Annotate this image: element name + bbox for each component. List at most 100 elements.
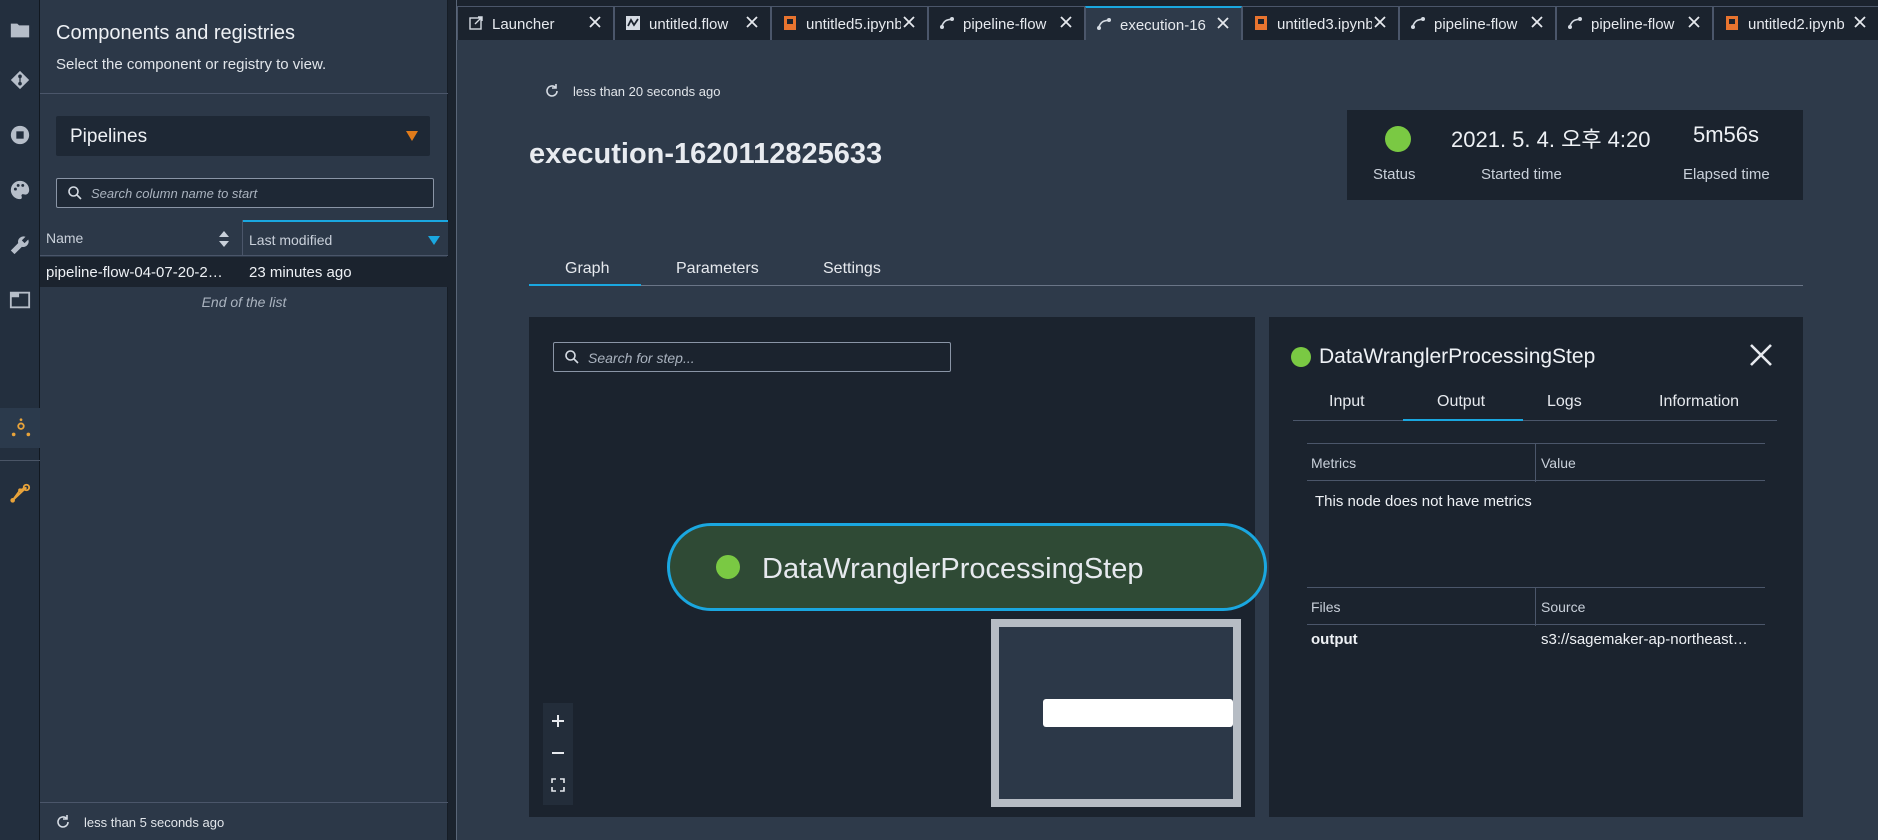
refresh-icon[interactable]: [543, 82, 561, 100]
tab-pipeline-flow-2[interactable]: pipeline-flow: [1399, 6, 1556, 40]
close-icon[interactable]: [744, 14, 760, 30]
column-search-input[interactable]: Search column name to start: [56, 178, 434, 208]
wrench-icon[interactable]: [0, 225, 40, 265]
started-time-value: 2021. 5. 4. 오후 4:20: [1451, 127, 1651, 152]
tab-untitled5[interactable]: untitled5.ipynb: [771, 6, 928, 40]
zoom-out-button[interactable]: [543, 737, 573, 769]
pipeline-modified: 23 minutes ago: [249, 264, 352, 281]
tab-logs[interactable]: Logs: [1547, 393, 1582, 411]
tab-untitled-flow[interactable]: untitled.flow: [614, 6, 771, 40]
elapsed-time-value: 5m56s: [1693, 122, 1760, 147]
tab-graph[interactable]: Graph: [565, 260, 609, 278]
tab-parameters[interactable]: Parameters: [676, 260, 759, 278]
step-search-placeholder: Search for step...: [588, 350, 695, 366]
close-icon[interactable]: [1852, 14, 1868, 30]
running-icon[interactable]: [0, 115, 40, 155]
tab-label: pipeline-flow: [1434, 16, 1518, 33]
column-divider: [1535, 588, 1536, 626]
tab-label: untitled3.ipynb: [1277, 16, 1374, 33]
tab-output[interactable]: Output: [1437, 393, 1485, 411]
tabs-icon[interactable]: [0, 280, 40, 320]
value-column-header: Value: [1541, 455, 1576, 471]
close-icon[interactable]: [1686, 14, 1702, 30]
node-label: DataWranglerProcessingStep: [762, 553, 1144, 585]
step-detail-panel: DataWranglerProcessingStep Input Output …: [1269, 317, 1803, 817]
main-area: Launcher untitled.flow untitled5.ipynb p…: [456, 0, 1878, 840]
column-header-name-label: Name: [46, 230, 84, 246]
tab-pipeline-flow-3[interactable]: pipeline-flow: [1556, 6, 1713, 40]
step-status-indicator: [1291, 347, 1311, 367]
tab-label: pipeline-flow: [963, 16, 1047, 33]
tab-pipeline-flow[interactable]: pipeline-flow: [928, 6, 1085, 40]
close-icon[interactable]: [1215, 15, 1231, 31]
column-header-name[interactable]: Name: [40, 220, 243, 256]
components-icon[interactable]: [0, 408, 40, 448]
activity-bar: [0, 0, 40, 840]
tab-untitled2[interactable]: untitled2.ipynb: [1713, 6, 1878, 40]
notebook-icon: [1255, 16, 1267, 30]
source-column-header: Source: [1541, 599, 1586, 615]
palette-icon[interactable]: [0, 170, 40, 210]
plus-icon: [552, 715, 564, 727]
activity-separator: [0, 460, 40, 461]
close-icon[interactable]: [587, 14, 603, 30]
pipeline-icon[interactable]: [0, 473, 40, 513]
close-icon[interactable]: [1529, 14, 1545, 30]
status-indicator: [1385, 126, 1411, 152]
minus-icon: [552, 752, 564, 754]
pipeline-icon: [1411, 17, 1425, 29]
zoom-in-button[interactable]: [543, 705, 573, 737]
pipeline-graph: Search for step... DataWranglerProcessin…: [529, 317, 1267, 817]
column-header-last-modified[interactable]: Last modified: [243, 220, 448, 256]
graph-minimap[interactable]: [991, 619, 1241, 807]
started-time-label: Started time: [1481, 166, 1562, 183]
last-refresh-text: less than 5 seconds ago: [84, 815, 225, 830]
active-tab-indicator: [1403, 419, 1523, 421]
step-search-input[interactable]: Search for step...: [553, 342, 951, 372]
fullscreen-icon: [551, 778, 565, 792]
metrics-table-header: Metrics Value: [1307, 443, 1765, 482]
minimap-node: [1043, 699, 1233, 727]
tab-label: untitled5.ipynb: [806, 16, 903, 33]
close-icon[interactable]: [1058, 14, 1074, 30]
panel-footer: less than 5 seconds ago: [40, 802, 448, 840]
close-icon[interactable]: [1372, 14, 1388, 30]
tab-input[interactable]: Input: [1329, 393, 1365, 411]
node-status-indicator: [716, 555, 740, 579]
close-icon[interactable]: [901, 14, 917, 30]
table-row[interactable]: pipeline-flow-04-07-20-2… 23 minutes ago: [40, 257, 448, 287]
tab-launcher[interactable]: Launcher: [457, 6, 614, 40]
tab-label: untitled2.ipynb: [1748, 16, 1845, 33]
files-table-header: Files Source: [1307, 587, 1765, 626]
tab-information[interactable]: Information: [1659, 393, 1739, 411]
metrics-column-header: Metrics: [1311, 455, 1357, 471]
tab-untitled3[interactable]: untitled3.ipynb: [1242, 6, 1399, 40]
tab-bar: Launcher untitled.flow untitled5.ipynb p…: [457, 0, 1878, 40]
tab-settings[interactable]: Settings: [823, 260, 881, 278]
column-divider: [1535, 444, 1536, 482]
tab-execution[interactable]: execution-16: [1085, 6, 1242, 40]
flow-icon: [626, 16, 640, 30]
close-icon[interactable]: [1747, 341, 1775, 369]
fit-view-button[interactable]: [543, 769, 573, 801]
panel-header: Components and registries Select the com…: [40, 0, 448, 94]
end-of-list: End of the list: [201, 294, 287, 310]
panel-subtitle: Select the component or registry to view…: [56, 56, 327, 73]
status-label: Status: [1373, 166, 1416, 183]
tab-label: pipeline-flow: [1591, 16, 1675, 33]
git-icon[interactable]: [0, 60, 40, 100]
active-tab-indicator: [529, 284, 641, 286]
metrics-empty-message: This node does not have metrics: [1315, 493, 1532, 510]
registry-selector[interactable]: Pipelines: [56, 116, 430, 156]
file-source-link[interactable]: s3://sagemaker-ap-northeast…: [1541, 631, 1765, 648]
pipeline-icon: [1097, 18, 1111, 30]
tab-label: Launcher: [492, 16, 555, 33]
page-title: execution-1620112825633: [529, 138, 883, 170]
refresh-icon[interactable]: [54, 813, 72, 831]
notebook-icon: [1726, 16, 1738, 30]
zoom-controls: [543, 703, 573, 805]
tab-label: untitled.flow: [649, 16, 729, 33]
folder-icon[interactable]: [0, 10, 40, 50]
search-icon: [68, 186, 82, 200]
graph-node-step[interactable]: DataWranglerProcessingStep: [667, 523, 1267, 611]
